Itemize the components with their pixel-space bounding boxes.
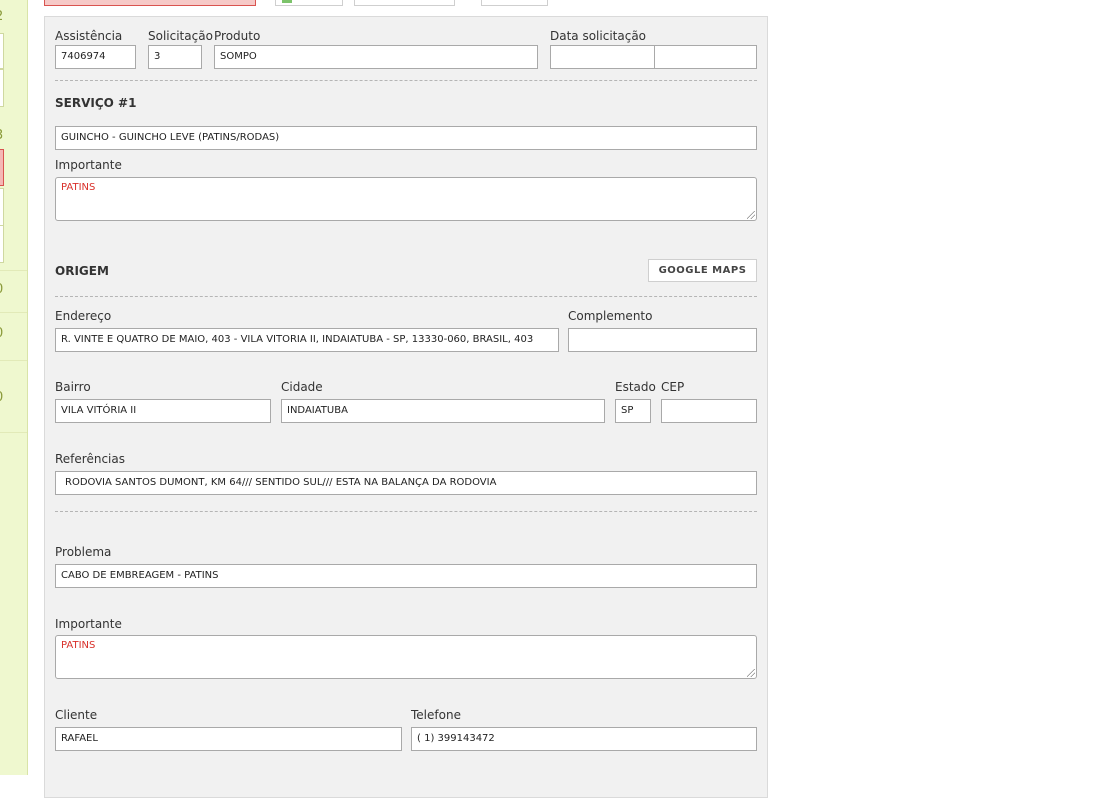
bairro-input[interactable]: VILA VITÓRIA II bbox=[55, 399, 271, 423]
cidade-label: Cidade bbox=[281, 380, 323, 394]
strip-divider bbox=[0, 360, 27, 361]
assistencia-label: Assistência bbox=[55, 29, 123, 43]
origem-section-title: ORIGEM bbox=[55, 264, 109, 278]
strip-number: 0 bbox=[0, 326, 4, 341]
referencias-label: Referências bbox=[55, 452, 125, 466]
top-control[interactable] bbox=[481, 0, 548, 6]
produto-input[interactable]: SOMPO bbox=[214, 45, 538, 69]
problema-importante-textarea[interactable]: PATINS bbox=[55, 635, 757, 679]
resize-handle-icon[interactable] bbox=[747, 211, 755, 219]
referencias-input[interactable]: RODOVIA SANTOS DUMONT, KM 64/// SENTIDO … bbox=[55, 471, 757, 495]
complemento-input[interactable] bbox=[568, 328, 757, 352]
resize-handle-icon[interactable] bbox=[747, 669, 755, 677]
strip-divider bbox=[0, 312, 27, 313]
telefone-input[interactable]: ( 1) 399143472 bbox=[411, 727, 757, 751]
servico-importante-text: PATINS bbox=[61, 182, 96, 193]
strip-cell bbox=[0, 33, 4, 69]
strip-cell bbox=[0, 69, 4, 107]
problema-label: Problema bbox=[55, 545, 112, 559]
problema-importante-label: Importante bbox=[55, 617, 122, 631]
assistencia-input[interactable]: 7406974 bbox=[55, 45, 136, 69]
servico-section-title: SERVIÇO #1 bbox=[55, 96, 137, 110]
endereco-label: Endereço bbox=[55, 309, 112, 323]
data-solicitacao-label: Data solicitação bbox=[550, 29, 647, 43]
hora-solicitacao-input[interactable] bbox=[654, 45, 757, 69]
bairro-label: Bairro bbox=[55, 380, 91, 394]
strip-number: 3 bbox=[0, 128, 4, 143]
problema-input[interactable]: CABO DE EMBREAGEM - PATINS bbox=[55, 564, 757, 588]
strip-cell bbox=[0, 188, 4, 226]
strip-cell-highlight bbox=[0, 149, 4, 186]
left-side-strip bbox=[0, 0, 28, 775]
complemento-label: Complemento bbox=[568, 309, 653, 323]
strip-divider bbox=[0, 432, 27, 433]
telefone-label: Telefone bbox=[411, 708, 461, 722]
solicitacao-input[interactable]: 3 bbox=[148, 45, 202, 69]
strip-divider bbox=[0, 270, 27, 271]
cliente-label: Cliente bbox=[55, 708, 98, 722]
strip-number: 2 bbox=[0, 9, 4, 24]
top-alert-bar[interactable] bbox=[44, 0, 256, 6]
endereco-input[interactable]: R. VINTE E QUATRO DE MAIO, 403 - VILA VI… bbox=[55, 328, 559, 352]
cep-label: CEP bbox=[661, 380, 685, 394]
strip-cell bbox=[0, 225, 4, 263]
top-control[interactable] bbox=[354, 0, 455, 6]
google-maps-button[interactable]: GOOGLE MAPS bbox=[648, 259, 757, 282]
problema-importante-text: PATINS bbox=[61, 640, 96, 651]
cliente-input[interactable]: RAFAEL bbox=[55, 727, 402, 751]
solicitacao-label: Solicitação bbox=[148, 29, 213, 43]
strip-number: 0 bbox=[0, 282, 4, 297]
cep-input[interactable] bbox=[661, 399, 757, 423]
section-divider bbox=[55, 511, 757, 512]
data-solicitacao-input[interactable] bbox=[550, 45, 655, 69]
section-divider bbox=[55, 80, 757, 81]
cidade-input[interactable]: INDAIATUBA bbox=[281, 399, 605, 423]
servico-importante-textarea[interactable]: PATINS bbox=[55, 177, 757, 221]
servico-importante-label: Importante bbox=[55, 158, 122, 172]
status-green-icon bbox=[282, 0, 292, 3]
estado-label: Estado bbox=[615, 380, 656, 394]
section-divider bbox=[55, 296, 757, 297]
strip-number: 0 bbox=[0, 390, 4, 405]
servico-input[interactable]: GUINCHO - GUINCHO LEVE (PATINS/RODAS) bbox=[55, 126, 757, 150]
estado-input[interactable]: SP bbox=[615, 399, 651, 423]
produto-label: Produto bbox=[214, 29, 261, 43]
